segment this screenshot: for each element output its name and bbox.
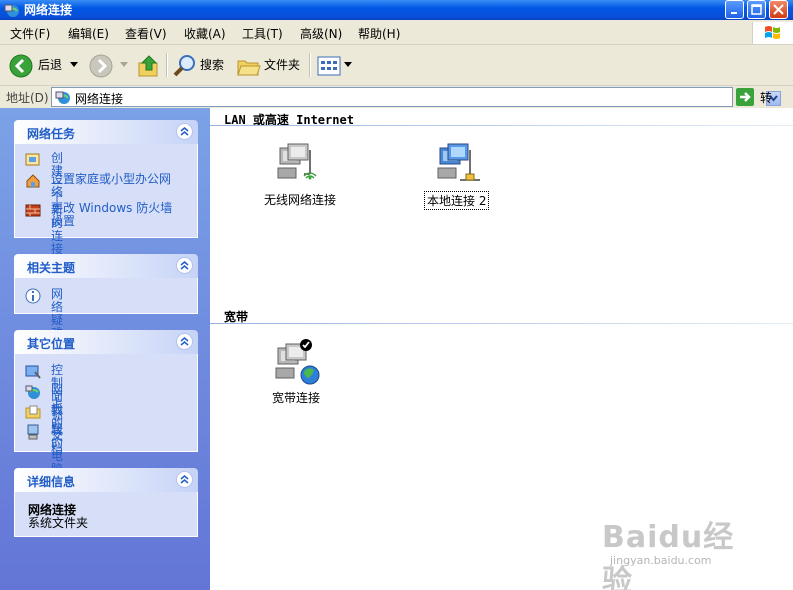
minimize-icon	[731, 12, 737, 14]
menu-tools[interactable]: 工具(T)	[242, 25, 283, 42]
back-label: 后退	[38, 58, 63, 72]
watermark-brand: Baidu经验	[602, 520, 735, 590]
panel-body: 创建一个新的连接 设置家庭或小型办公网络 更改 Windows 防火墙设置	[14, 144, 198, 256]
menu-view[interactable]: 查看(V)	[125, 25, 167, 42]
minimize-button[interactable]	[725, 0, 744, 19]
panel-body: 网络疑难解答程序	[14, 278, 198, 392]
connection-label: 无线网络连接	[264, 193, 337, 207]
windows-flag-icon	[765, 26, 780, 39]
menu-file[interactable]: 文件(F)	[10, 25, 50, 42]
info-icon	[25, 288, 41, 304]
collapse-button[interactable]	[176, 123, 193, 140]
collapse-button[interactable]	[176, 257, 193, 274]
panel-header[interactable]: 相关主题	[14, 254, 198, 278]
forward-button[interactable]	[88, 50, 128, 80]
search-icon	[173, 55, 195, 77]
menu-favorites[interactable]: 收藏(A)	[184, 25, 226, 42]
watermark-url: jingyan.baidu.com	[610, 554, 712, 567]
panel-title: 相关主题	[27, 261, 76, 275]
up-folder-button[interactable]	[136, 50, 162, 80]
panel-header[interactable]: 详细信息	[14, 468, 198, 492]
menu-bar: 文件(F) 编辑(E) 查看(V) 收藏(A) 工具(T) 高级(N) 帮助(H…	[0, 20, 793, 45]
broadband-connection-item[interactable]: 宽带连接	[270, 338, 350, 408]
go-arrow-icon	[736, 88, 754, 106]
other-places-panel: 其它位置 控制面板 网上邻居 我的文档 我的电	[14, 330, 198, 476]
panel-header[interactable]: 网络任务	[14, 120, 198, 144]
chevron-up-icon	[180, 475, 189, 484]
views-button[interactable]	[316, 50, 352, 80]
panel-body: 网络连接 系统文件夹	[14, 492, 198, 537]
group-divider	[210, 323, 793, 324]
chevron-down-icon	[344, 62, 352, 67]
network-connections-icon	[4, 4, 19, 17]
panel-body: 控制面板 网上邻居 我的文档 我的电脑	[14, 354, 198, 476]
toolbar: 后退 搜索 文件夹	[0, 45, 793, 86]
collapse-button[interactable]	[176, 333, 193, 350]
windows-logo	[752, 22, 793, 44]
panel-title: 网络任务	[27, 127, 76, 141]
address-bar: 地址(D) 网络连接 转到	[0, 86, 793, 122]
maximize-icon	[751, 4, 762, 15]
search-button[interactable]: 搜索	[172, 50, 230, 80]
broadband-connection-icon	[275, 339, 320, 385]
task-pane: 网络任务 创建一个新的连接 设置家庭或小型办公网络 更改 Windows 防火墙…	[0, 108, 210, 590]
local-connection-item[interactable]: 本地连接 2	[424, 140, 504, 210]
network-connections-icon	[55, 91, 70, 104]
panel-header[interactable]: 其它位置	[14, 330, 198, 354]
panel-title: 详细信息	[27, 475, 76, 489]
address-value: 网络连接	[75, 92, 124, 106]
title-bar[interactable]: 网络连接	[0, 0, 793, 20]
chevron-down-icon	[120, 62, 128, 67]
group-divider	[210, 125, 793, 126]
address-input[interactable]: 网络连接	[51, 87, 781, 107]
home-network-icon	[26, 174, 40, 188]
back-arrow-icon	[9, 54, 33, 78]
views-icon	[317, 56, 341, 76]
address-label: 地址(D)	[6, 91, 49, 105]
toolbar-separator	[166, 53, 168, 77]
connection-label: 本地连接 2	[424, 191, 490, 210]
chevron-up-icon	[180, 337, 189, 346]
documents-folder-icon	[25, 405, 41, 419]
toolbar-separator	[309, 53, 311, 77]
connection-label: 宽带连接	[272, 391, 321, 405]
explorer-window: 网络连接 文件(F) 编辑(E) 查看(V) 收藏(A) 工具(T) 高级(N)…	[0, 0, 793, 590]
wireless-connection-icon	[277, 143, 317, 180]
forward-arrow-icon	[89, 54, 113, 78]
lan-connection-icon	[437, 143, 480, 181]
folder-icon	[237, 60, 261, 76]
chevron-up-icon	[180, 261, 189, 270]
firewall-icon	[25, 204, 41, 217]
baidu-watermark: Baidu经验 jingyan.baidu.com	[602, 512, 762, 590]
collapse-button[interactable]	[176, 471, 193, 488]
close-icon	[773, 4, 784, 15]
go-button[interactable]: 转到	[736, 88, 772, 122]
menu-edit[interactable]: 编辑(E)	[68, 25, 109, 42]
chevron-down-icon	[70, 62, 78, 67]
folders-label: 文件夹	[264, 58, 301, 72]
folders-button[interactable]: 文件夹	[236, 50, 304, 80]
chevron-up-icon	[180, 127, 189, 136]
search-label: 搜索	[200, 58, 225, 72]
details-type: 系统文件夹	[28, 516, 89, 530]
back-button[interactable]: 后退	[8, 50, 86, 80]
up-folder-icon	[138, 55, 158, 77]
control-panel-icon	[25, 365, 41, 379]
close-button[interactable]	[769, 0, 788, 19]
wireless-connection-item[interactable]: 无线网络连接	[260, 140, 340, 210]
window-title: 网络连接	[24, 3, 73, 17]
menu-advanced[interactable]: 高级(N)	[300, 25, 342, 42]
maximize-button[interactable]	[747, 0, 766, 19]
related-topics-panel: 相关主题 网络疑难解答程序	[14, 254, 198, 392]
new-connection-icon	[25, 153, 40, 166]
panel-title: 其它位置	[27, 337, 76, 351]
menu-help[interactable]: 帮助(H)	[358, 25, 400, 42]
globe-icon	[25, 385, 40, 399]
computer-icon	[27, 424, 39, 440]
details-panel: 详细信息 网络连接 系统文件夹	[14, 468, 198, 537]
network-tasks-panel: 网络任务 创建一个新的连接 设置家庭或小型办公网络 更改 Windows 防火墙…	[14, 120, 198, 256]
